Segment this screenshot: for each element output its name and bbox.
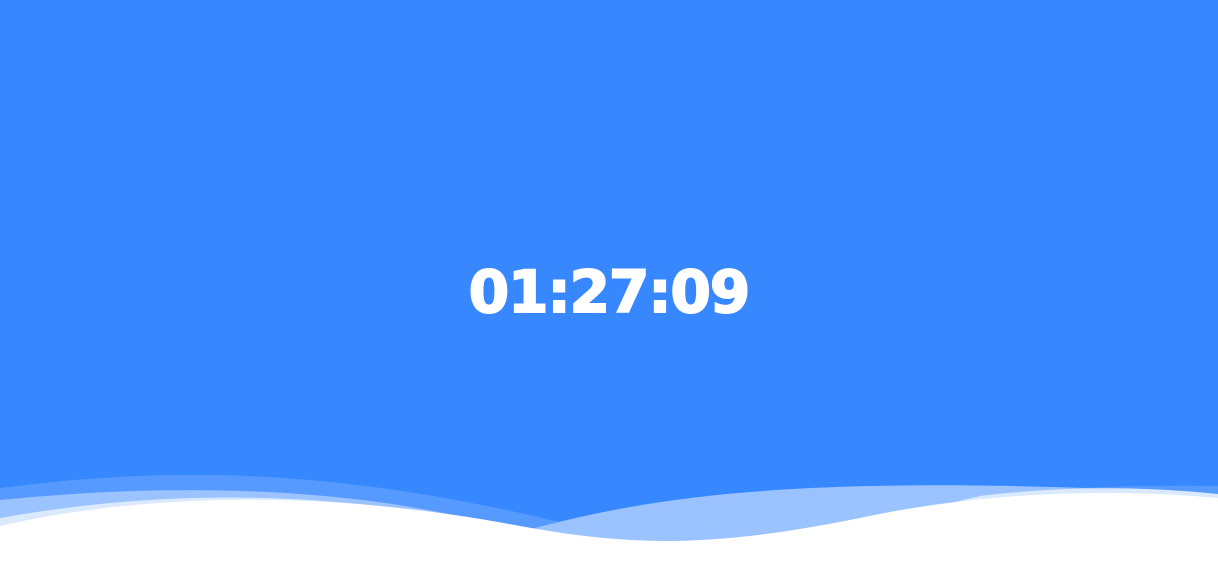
time-display: 01:27:09 [468, 257, 752, 327]
clock-screen: 01:27:09 [0, 0, 1218, 582]
wave-decoration [0, 474, 1218, 582]
